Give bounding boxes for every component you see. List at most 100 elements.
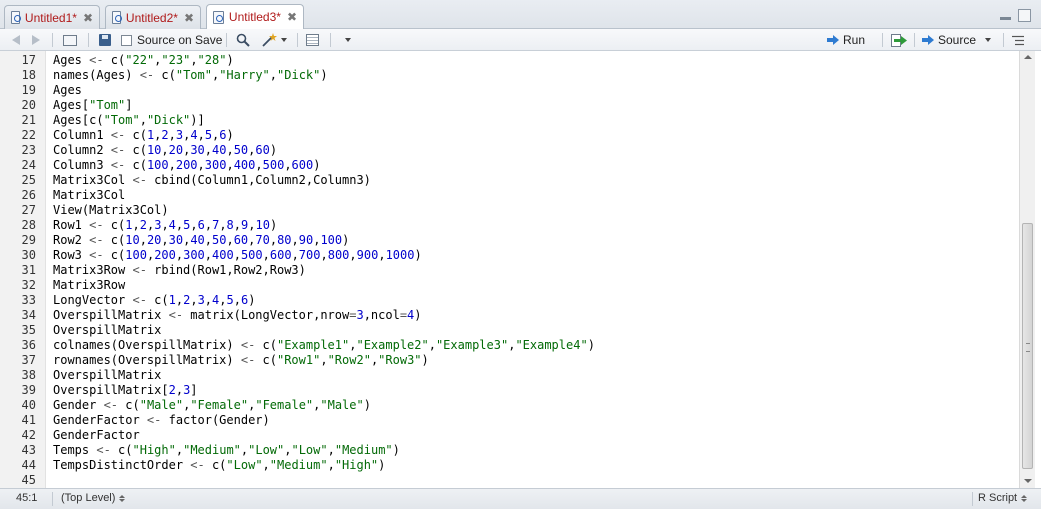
tab-untitled1[interactable]: Untitled1* ✖ xyxy=(4,5,100,29)
code-token: <- xyxy=(146,413,162,427)
run-button[interactable]: Run xyxy=(827,32,865,48)
forward-arrow-icon[interactable] xyxy=(32,32,40,48)
code-token: Matrix3Col xyxy=(53,173,133,187)
line-number: 27 xyxy=(21,203,36,217)
source-on-save-checkbox[interactable]: Source on Save xyxy=(121,32,222,48)
grip-icon xyxy=(1026,343,1030,352)
scroll-up-icon[interactable] xyxy=(1024,55,1032,59)
code-token: , xyxy=(175,383,184,397)
show-in-window-icon[interactable] xyxy=(63,32,77,48)
code-token: 100 xyxy=(146,158,169,172)
code-token: 60 xyxy=(233,233,249,247)
vertical-scrollbar[interactable] xyxy=(1019,51,1035,488)
code-token: Matrix3Row xyxy=(53,263,133,277)
close-icon[interactable]: ✖ xyxy=(83,11,93,25)
code-token: 1 xyxy=(125,218,133,232)
code-token: colnames(OverspillMatrix) xyxy=(53,338,241,352)
code-token: 600 xyxy=(291,158,314,172)
toolbar-divider xyxy=(226,33,227,47)
code-token: <- xyxy=(240,353,256,367)
code-token: ] xyxy=(190,383,198,397)
line-number: 36 xyxy=(21,338,36,352)
code-token: 300 xyxy=(204,158,227,172)
toolbar-divider xyxy=(52,33,53,47)
code-token: , xyxy=(204,143,212,157)
rerun-button[interactable] xyxy=(891,32,909,48)
code-token: Column1 xyxy=(53,128,111,142)
code-tools-wand-icon[interactable] xyxy=(261,32,287,48)
code-token: 200 xyxy=(175,158,198,172)
close-icon[interactable]: ✖ xyxy=(287,10,297,24)
more-options-dropdown[interactable] xyxy=(341,32,351,48)
code-token: ) xyxy=(269,218,278,232)
code-token: 100 xyxy=(125,248,147,262)
tab-untitled2[interactable]: Untitled2* ✖ xyxy=(105,5,201,29)
code-text: Column3 <- c(100,200,300,400,500,600) xyxy=(53,158,320,173)
code-token: 30 xyxy=(190,143,205,157)
tab-untitled3[interactable]: Untitled3* ✖ xyxy=(206,4,304,29)
code-token: <- xyxy=(132,263,147,277)
code-text: Ages <- c("22","23","28") xyxy=(53,53,234,68)
status-bar: 45:1 (Top Level) R Script xyxy=(0,488,1041,509)
code-token: , xyxy=(378,248,386,262)
outline-list-icon[interactable] xyxy=(1012,32,1024,48)
source-on-save-label: Source on Save xyxy=(137,33,223,47)
code-token: c( xyxy=(103,218,126,232)
r-file-icon xyxy=(213,10,224,24)
code-token: , xyxy=(233,293,241,307)
code-text: View(Matrix3Col) xyxy=(53,203,169,218)
code-text: OverspillMatrix <- matrix(LongVector,nro… xyxy=(53,308,422,323)
minimize-pane-icon[interactable] xyxy=(999,9,1012,22)
code-token: ) xyxy=(414,308,422,322)
line-number: 45 xyxy=(21,473,36,487)
scroll-down-icon[interactable] xyxy=(1024,479,1032,483)
maximize-pane-icon[interactable] xyxy=(1018,9,1031,22)
line-number: 23 xyxy=(21,143,36,157)
code-token: c( xyxy=(103,53,126,67)
line-number: 43 xyxy=(21,443,36,457)
code-token: c( xyxy=(125,128,147,142)
code-text: GenderFactor <- factor(Gender) xyxy=(53,413,270,428)
code-token: "Tom" xyxy=(89,98,126,112)
chevron-down-icon xyxy=(985,38,992,42)
code-token: ) xyxy=(226,53,234,67)
line-number: 20 xyxy=(21,98,36,112)
search-icon[interactable] xyxy=(236,32,250,48)
close-icon[interactable]: ✖ xyxy=(184,11,194,25)
compile-report-icon[interactable] xyxy=(306,32,319,48)
source-button[interactable]: Source xyxy=(922,32,992,48)
code-token: ) xyxy=(392,443,400,457)
code-text: names(Ages) <- c("Tom","Harry","Dick") xyxy=(53,68,328,83)
file-type-selector[interactable]: R Script xyxy=(978,492,1028,504)
line-number: 35 xyxy=(21,323,36,337)
status-divider xyxy=(52,492,53,506)
code-token: 30 xyxy=(168,233,184,247)
checkbox-icon[interactable] xyxy=(121,34,132,46)
toolbar-divider xyxy=(330,33,331,47)
code-token: "Dick" xyxy=(146,113,191,127)
code-token: Gender xyxy=(53,398,104,412)
scrollbar-thumb[interactable] xyxy=(1022,223,1033,469)
save-icon[interactable] xyxy=(99,32,111,48)
code-token: 10 xyxy=(146,143,162,157)
code-token: "Low" xyxy=(291,443,328,457)
code-text: Column2 <- c(10,20,30,40,50,60) xyxy=(53,143,277,158)
code-token: names(Ages) xyxy=(53,68,140,82)
code-token: <- xyxy=(240,338,256,352)
back-arrow-icon[interactable] xyxy=(12,32,20,48)
code-token: , xyxy=(219,218,227,232)
code-token: 40 xyxy=(212,143,227,157)
code-token: <- xyxy=(190,458,205,472)
scope-selector[interactable]: (Top Level) xyxy=(61,492,126,504)
line-number: 31 xyxy=(21,263,36,277)
code-token: <- xyxy=(110,143,126,157)
code-token: 20 xyxy=(146,233,162,247)
code-token: Row1 xyxy=(53,218,90,232)
code-token: "Medium" xyxy=(334,443,393,457)
code-token: , xyxy=(190,53,198,67)
code-editor[interactable]: 17 Ages <- c("22","23","28") 18 names(Ages)… xyxy=(0,51,1019,488)
line-number: 42 xyxy=(21,428,36,442)
code-token: , xyxy=(219,293,227,307)
code-token: , xyxy=(320,353,328,367)
code-token: , xyxy=(204,233,213,247)
